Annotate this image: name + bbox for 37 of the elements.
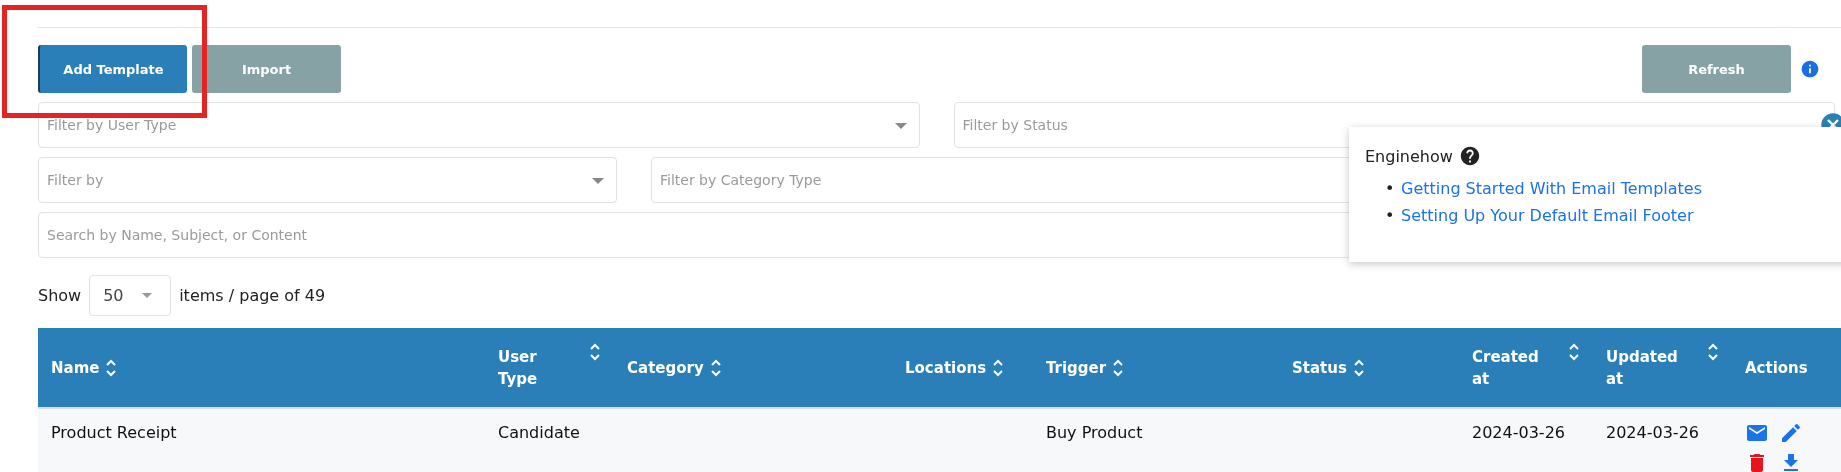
column-header[interactable]: Created at: [1459, 328, 1593, 407]
sort-icon[interactable]: [589, 342, 601, 362]
show-label: Show: [38, 286, 82, 305]
sort-icon[interactable]: [992, 357, 1005, 378]
sort-icon[interactable]: [1707, 342, 1719, 362]
bullet: •: [1385, 178, 1396, 200]
column-header[interactable]: Trigger: [1033, 328, 1279, 407]
sort-icon[interactable]: [1112, 357, 1125, 378]
table-cell: 2024-03-26: [1472, 423, 1565, 442]
import-button[interactable]: Import: [192, 45, 341, 93]
refresh-button[interactable]: Refresh: [1642, 45, 1791, 93]
table-cell: 2024-03-26: [1606, 423, 1699, 442]
column-header[interactable]: Category: [614, 328, 892, 407]
page-count-label: items / page of 49: [179, 286, 326, 305]
page-size-select[interactable]: 50: [89, 275, 172, 316]
sort-icon[interactable]: [709, 357, 722, 378]
table-cell: Buy Product: [1046, 423, 1143, 442]
sort-icon[interactable]: [1352, 357, 1365, 378]
table-cell: Candidate: [498, 423, 580, 442]
help-icon[interactable]: [1458, 145, 1481, 167]
add-button[interactable]: Add Template: [38, 45, 187, 93]
sort-icon[interactable]: [105, 357, 118, 378]
help-link[interactable]: Getting Started With Email Templates: [1401, 179, 1703, 198]
info-icon[interactable]: [1800, 59, 1820, 79]
select-field[interactable]: Filter by: [38, 157, 617, 203]
column-header[interactable]: Updated at: [1593, 328, 1732, 407]
select-field[interactable]: Filter by User Type: [38, 102, 920, 148]
column-header[interactable]: Locations: [892, 328, 1033, 407]
caret-icon: [141, 293, 152, 298]
column-header[interactable]: User Type: [485, 328, 614, 407]
caret-icon: [592, 178, 604, 184]
caret-icon: [894, 123, 907, 129]
sort-icon[interactable]: [1568, 342, 1580, 362]
table-cell: Product Receipt: [51, 423, 177, 442]
column-header[interactable]: Name: [38, 328, 485, 407]
column-header: Actions: [1744, 357, 1809, 379]
column-header[interactable]: Status: [1279, 328, 1459, 407]
